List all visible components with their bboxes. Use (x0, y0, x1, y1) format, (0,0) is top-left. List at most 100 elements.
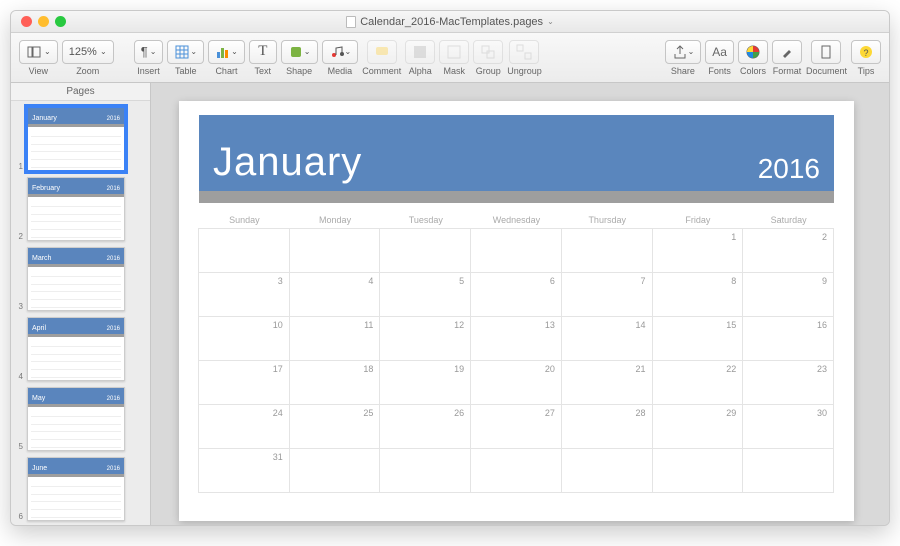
calendar-cell[interactable]: 17 (198, 360, 290, 405)
title-text: Calendar_2016-MacTemplates.pages (360, 16, 543, 28)
thumbnail-row[interactable]: 1January2016 (15, 107, 146, 171)
calendar-cell[interactable] (379, 448, 471, 493)
text-button[interactable]: T (249, 40, 277, 64)
alpha-button (405, 40, 435, 64)
calendar-cell[interactable]: 5 (379, 272, 471, 317)
mask-icon (446, 44, 462, 60)
table-button[interactable]: ⌄ (167, 40, 204, 64)
calendar-cell[interactable]: 19 (379, 360, 471, 405)
calendar-cell[interactable]: 30 (742, 404, 834, 449)
thumbnail-row[interactable]: 5 May2016 (15, 387, 146, 451)
calendar-cell[interactable]: 31 (198, 448, 290, 493)
gray-bar (199, 191, 834, 203)
media-icon (329, 44, 345, 60)
mask-label: Mask (443, 66, 465, 76)
calendar-cell[interactable] (470, 228, 562, 273)
share-button[interactable]: ⌄ (665, 40, 702, 64)
calendar-cell[interactable]: 28 (561, 404, 653, 449)
calendar-cell[interactable] (289, 228, 381, 273)
thumbnail[interactable]: January2016 (27, 107, 125, 171)
tips-button[interactable]: ? (851, 40, 881, 64)
calendar-cell[interactable]: 13 (470, 316, 562, 361)
thumbnail-number: 5 (15, 442, 23, 451)
calendar-cell[interactable] (561, 228, 653, 273)
calendar-cell[interactable]: 10 (198, 316, 290, 361)
calendar-cell[interactable]: 27 (470, 404, 562, 449)
calendar-cell[interactable]: 29 (652, 404, 744, 449)
calendar-cell[interactable]: 21 (561, 360, 653, 405)
calendar-cell[interactable]: 11 (289, 316, 381, 361)
insert-label: Insert (137, 66, 160, 76)
calendar-cell[interactable] (652, 448, 744, 493)
document-button[interactable] (811, 40, 841, 64)
fonts-label: Fonts (708, 66, 731, 76)
view-button[interactable]: ⌄ (19, 40, 58, 64)
app-window: Calendar_2016-MacTemplates.pages ⌄ ⌄ Vie… (10, 10, 890, 526)
calendar-cell[interactable]: 4 (289, 272, 381, 317)
calendar-cell[interactable]: 12 (379, 316, 471, 361)
thumbnail-row[interactable]: 3March2016 (15, 247, 146, 311)
chart-button[interactable]: ⌄ (208, 40, 245, 64)
calendar-cell[interactable] (379, 228, 471, 273)
calendar-cell[interactable]: 9 (742, 272, 834, 317)
thumb-grid (28, 477, 124, 520)
sidebar-header: Pages (11, 83, 150, 101)
calendar-cell[interactable] (198, 228, 290, 273)
calendar-cell[interactable]: 15 (652, 316, 744, 361)
chevron-down-icon[interactable]: ⌄ (547, 17, 554, 26)
chevron-down-icon: ⌄ (231, 47, 238, 56)
calendar-page[interactable]: January 2016 SundayMondayTuesdayWednesda… (179, 101, 854, 521)
calendar-cell[interactable] (289, 448, 381, 493)
day-names-row: SundayMondayTuesdayWednesdayThursdayFrid… (199, 211, 834, 229)
insert-button[interactable]: ¶⌄ (134, 40, 164, 64)
calendar-cell[interactable]: 2 (742, 228, 834, 273)
calendar-cell[interactable]: 18 (289, 360, 381, 405)
thumbnail[interactable]: June2016 (27, 457, 125, 521)
calendar-cell[interactable]: 14 (561, 316, 653, 361)
format-button[interactable] (772, 40, 802, 64)
calendar-cell[interactable]: 23 (742, 360, 834, 405)
comment-button[interactable] (367, 40, 397, 64)
calendar-header: January 2016 (199, 115, 834, 191)
calendar-cell[interactable]: 25 (289, 404, 381, 449)
calendar-cell[interactable]: 20 (470, 360, 562, 405)
thumbnail-row[interactable]: 6June2016 (15, 457, 146, 521)
day-name: Wednesday (471, 211, 562, 229)
calendar-cell[interactable]: 3 (198, 272, 290, 317)
canvas[interactable]: January 2016 SundayMondayTuesdayWednesda… (151, 83, 889, 525)
view-label: View (29, 66, 48, 76)
calendar-cell[interactable]: 7 (561, 272, 653, 317)
fonts-button[interactable]: Aa (705, 40, 734, 64)
thumbnail-row[interactable]: 4April2016 (15, 317, 146, 381)
group-label: Group (476, 66, 501, 76)
thumbnail-number: 2 (15, 232, 23, 241)
shape-button[interactable]: ⌄ (281, 40, 318, 64)
tips-label: Tips (858, 66, 875, 76)
document-label: Document (806, 66, 847, 76)
calendar-cell[interactable] (561, 448, 653, 493)
chevron-down-icon: ⌄ (44, 47, 51, 56)
zoom-select[interactable]: 125% ⌄ (62, 40, 114, 64)
day-name: Monday (290, 211, 381, 229)
thumbnail-row[interactable]: 2 February2016 (15, 177, 146, 241)
question-icon: ? (858, 44, 874, 60)
media-button[interactable]: ⌄ (322, 40, 359, 64)
calendar-month: January (213, 140, 362, 185)
thumbnail[interactable]: March2016 (27, 247, 125, 311)
ungroup-button (509, 40, 539, 64)
thumbnail[interactable]: May2016 (27, 387, 125, 451)
thumbnail[interactable]: April2016 (27, 317, 125, 381)
calendar-cell[interactable]: 26 (379, 404, 471, 449)
thumbnail[interactable]: February2016 (27, 177, 125, 241)
calendar-cell[interactable]: 6 (470, 272, 562, 317)
colors-button[interactable] (738, 40, 768, 64)
calendar-cell[interactable]: 16 (742, 316, 834, 361)
calendar-cell[interactable] (470, 448, 562, 493)
calendar-cell[interactable]: 24 (198, 404, 290, 449)
calendar-cell[interactable] (742, 448, 834, 493)
calendar-cell[interactable]: 8 (652, 272, 744, 317)
calendar-cell[interactable]: 22 (652, 360, 744, 405)
chevron-down-icon: ⌄ (190, 47, 197, 56)
thumbnails-list[interactable]: 1January2016 2 February20163March20164Apri… (11, 101, 150, 525)
calendar-cell[interactable]: 1 (652, 228, 744, 273)
